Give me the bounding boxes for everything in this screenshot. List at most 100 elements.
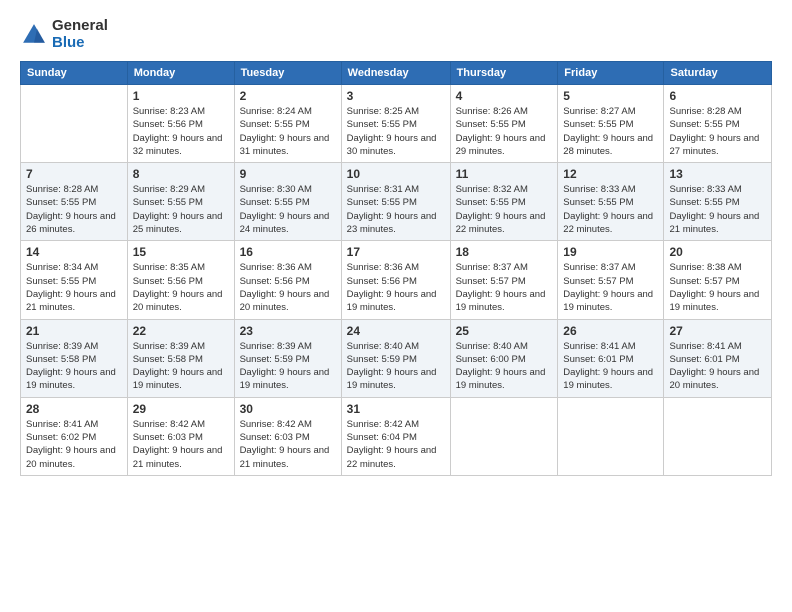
calendar-cell: 4 Sunrise: 8:26 AMSunset: 5:55 PMDaylight… xyxy=(450,85,558,163)
calendar-cell xyxy=(21,85,128,163)
day-info: Sunrise: 8:35 AMSunset: 5:56 PMDaylight:… xyxy=(133,261,229,314)
calendar-cell: 22Sunrise: 8:39 AMSunset: 5:58 PMDayligh… xyxy=(127,319,234,397)
calendar-cell: 10 Sunrise: 8:31 AMSunset: 5:55 PMDayligh… xyxy=(341,163,450,241)
calendar-cell: 9 Sunrise: 8:30 AMSunset: 5:55 PMDaylight… xyxy=(234,163,341,241)
day-number: 23 xyxy=(240,324,336,338)
day-info: Sunrise: 8:41 AMSunset: 6:01 PMDaylight:… xyxy=(563,340,658,393)
day-info: Sunrise: 8:42 AMSunset: 6:04 PMDaylight:… xyxy=(347,418,445,471)
calendar-cell: 27 Sunrise: 8:41 AMSunset: 6:01 PMDayligh… xyxy=(664,319,772,397)
day-info: Sunrise: 8:36 AMSunset: 5:56 PMDaylight:… xyxy=(347,261,445,314)
day-info: Sunrise: 8:37 AMSunset: 5:57 PMDaylight:… xyxy=(456,261,553,314)
calendar-cell: 12 Sunrise: 8:33 AMSunset: 5:55 PMDayligh… xyxy=(558,163,664,241)
day-info: Sunrise: 8:40 AMSunset: 5:59 PMDaylight:… xyxy=(347,340,445,393)
day-info: Sunrise: 8:38 AMSunset: 5:57 PMDaylight:… xyxy=(669,261,766,314)
day-info: Sunrise: 8:39 AMSunset: 5:59 PMDaylight:… xyxy=(240,340,336,393)
column-header-tuesday: Tuesday xyxy=(234,62,341,85)
day-info: Sunrise: 8:34 AMSunset: 5:55 PMDaylight:… xyxy=(26,261,122,314)
day-number: 11 xyxy=(456,167,553,181)
calendar-cell: 31 Sunrise: 8:42 AMSunset: 6:04 PMDayligh… xyxy=(341,397,450,475)
day-number: 16 xyxy=(240,245,336,259)
column-header-saturday: Saturday xyxy=(664,62,772,85)
calendar-header-row: SundayMondayTuesdayWednesdayThursdayFrid… xyxy=(21,62,772,85)
calendar-cell: 16 Sunrise: 8:36 AMSunset: 5:56 PMDayligh… xyxy=(234,241,341,319)
column-header-monday: Monday xyxy=(127,62,234,85)
calendar-cell: 7 Sunrise: 8:28 AMSunset: 5:55 PMDaylight… xyxy=(21,163,128,241)
calendar-cell: 29Sunrise: 8:42 AMSunset: 6:03 PMDayligh… xyxy=(127,397,234,475)
day-info: Sunrise: 8:28 AMSunset: 5:55 PMDaylight:… xyxy=(669,105,766,158)
day-info: Sunrise: 8:31 AMSunset: 5:55 PMDaylight:… xyxy=(347,183,445,236)
day-number: 6 xyxy=(669,89,766,103)
week-row-1: 1 Sunrise: 8:23 AMSunset: 5:56 PMDaylight… xyxy=(21,85,772,163)
day-number: 31 xyxy=(347,402,445,416)
day-number: 26 xyxy=(563,324,658,338)
day-info: Sunrise: 8:32 AMSunset: 5:55 PMDaylight:… xyxy=(456,183,553,236)
day-info: Sunrise: 8:41 AMSunset: 6:02 PMDaylight:… xyxy=(26,418,122,471)
day-number: 1 xyxy=(133,89,229,103)
day-number: 5 xyxy=(563,89,658,103)
calendar-cell: 28Sunrise: 8:41 AMSunset: 6:02 PMDayligh… xyxy=(21,397,128,475)
day-number: 14 xyxy=(26,245,122,259)
day-info: Sunrise: 8:36 AMSunset: 5:56 PMDaylight:… xyxy=(240,261,336,314)
calendar-cell: 2Sunrise: 8:24 AMSunset: 5:55 PMDaylight… xyxy=(234,85,341,163)
week-row-2: 7 Sunrise: 8:28 AMSunset: 5:55 PMDaylight… xyxy=(21,163,772,241)
page: General Blue SundayMondayTuesdayWednesda… xyxy=(0,0,792,612)
calendar-cell xyxy=(664,397,772,475)
day-number: 18 xyxy=(456,245,553,259)
calendar: SundayMondayTuesdayWednesdayThursdayFrid… xyxy=(20,61,772,476)
header: General Blue xyxy=(20,18,772,51)
column-header-thursday: Thursday xyxy=(450,62,558,85)
week-row-4: 21 Sunrise: 8:39 AMSunset: 5:58 PMDayligh… xyxy=(21,319,772,397)
calendar-cell: 24 Sunrise: 8:40 AMSunset: 5:59 PMDayligh… xyxy=(341,319,450,397)
calendar-cell: 25Sunrise: 8:40 AMSunset: 6:00 PMDayligh… xyxy=(450,319,558,397)
day-number: 4 xyxy=(456,89,553,103)
calendar-cell: 5 Sunrise: 8:27 AMSunset: 5:55 PMDaylight… xyxy=(558,85,664,163)
day-number: 2 xyxy=(240,89,336,103)
day-number: 17 xyxy=(347,245,445,259)
calendar-cell: 30Sunrise: 8:42 AMSunset: 6:03 PMDayligh… xyxy=(234,397,341,475)
day-number: 30 xyxy=(240,402,336,416)
day-number: 9 xyxy=(240,167,336,181)
calendar-cell xyxy=(450,397,558,475)
column-header-sunday: Sunday xyxy=(21,62,128,85)
day-number: 10 xyxy=(347,167,445,181)
day-info: Sunrise: 8:37 AMSunset: 5:57 PMDaylight:… xyxy=(563,261,658,314)
day-number: 12 xyxy=(563,167,658,181)
calendar-cell: 17 Sunrise: 8:36 AMSunset: 5:56 PMDayligh… xyxy=(341,241,450,319)
day-info: Sunrise: 8:33 AMSunset: 5:55 PMDaylight:… xyxy=(669,183,766,236)
day-info: Sunrise: 8:33 AMSunset: 5:55 PMDaylight:… xyxy=(563,183,658,236)
calendar-cell: 23 Sunrise: 8:39 AMSunset: 5:59 PMDayligh… xyxy=(234,319,341,397)
calendar-cell xyxy=(558,397,664,475)
day-info: Sunrise: 8:23 AMSunset: 5:56 PMDaylight:… xyxy=(133,105,229,158)
column-header-friday: Friday xyxy=(558,62,664,85)
week-row-5: 28Sunrise: 8:41 AMSunset: 6:02 PMDayligh… xyxy=(21,397,772,475)
week-row-3: 14 Sunrise: 8:34 AMSunset: 5:55 PMDayligh… xyxy=(21,241,772,319)
logo-icon xyxy=(20,21,48,49)
calendar-cell: 20 Sunrise: 8:38 AMSunset: 5:57 PMDayligh… xyxy=(664,241,772,319)
day-number: 27 xyxy=(669,324,766,338)
day-number: 24 xyxy=(347,324,445,338)
calendar-cell: 1 Sunrise: 8:23 AMSunset: 5:56 PMDaylight… xyxy=(127,85,234,163)
day-info: Sunrise: 8:41 AMSunset: 6:01 PMDaylight:… xyxy=(669,340,766,393)
calendar-cell: 15 Sunrise: 8:35 AMSunset: 5:56 PMDayligh… xyxy=(127,241,234,319)
day-info: Sunrise: 8:39 AMSunset: 5:58 PMDaylight:… xyxy=(133,340,229,393)
day-info: Sunrise: 8:28 AMSunset: 5:55 PMDaylight:… xyxy=(26,183,122,236)
day-info: Sunrise: 8:26 AMSunset: 5:55 PMDaylight:… xyxy=(456,105,553,158)
calendar-cell: 21 Sunrise: 8:39 AMSunset: 5:58 PMDayligh… xyxy=(21,319,128,397)
calendar-cell: 8Sunrise: 8:29 AMSunset: 5:55 PMDaylight… xyxy=(127,163,234,241)
day-info: Sunrise: 8:39 AMSunset: 5:58 PMDaylight:… xyxy=(26,340,122,393)
day-number: 19 xyxy=(563,245,658,259)
day-number: 15 xyxy=(133,245,229,259)
day-number: 21 xyxy=(26,324,122,338)
day-number: 20 xyxy=(669,245,766,259)
day-info: Sunrise: 8:27 AMSunset: 5:55 PMDaylight:… xyxy=(563,105,658,158)
day-info: Sunrise: 8:40 AMSunset: 6:00 PMDaylight:… xyxy=(456,340,553,393)
calendar-cell: 3Sunrise: 8:25 AMSunset: 5:55 PMDaylight… xyxy=(341,85,450,163)
day-number: 7 xyxy=(26,167,122,181)
day-number: 13 xyxy=(669,167,766,181)
logo-text: General Blue xyxy=(52,18,108,51)
calendar-cell: 6 Sunrise: 8:28 AMSunset: 5:55 PMDaylight… xyxy=(664,85,772,163)
day-number: 3 xyxy=(347,89,445,103)
day-number: 29 xyxy=(133,402,229,416)
day-info: Sunrise: 8:30 AMSunset: 5:55 PMDaylight:… xyxy=(240,183,336,236)
calendar-cell: 14 Sunrise: 8:34 AMSunset: 5:55 PMDayligh… xyxy=(21,241,128,319)
